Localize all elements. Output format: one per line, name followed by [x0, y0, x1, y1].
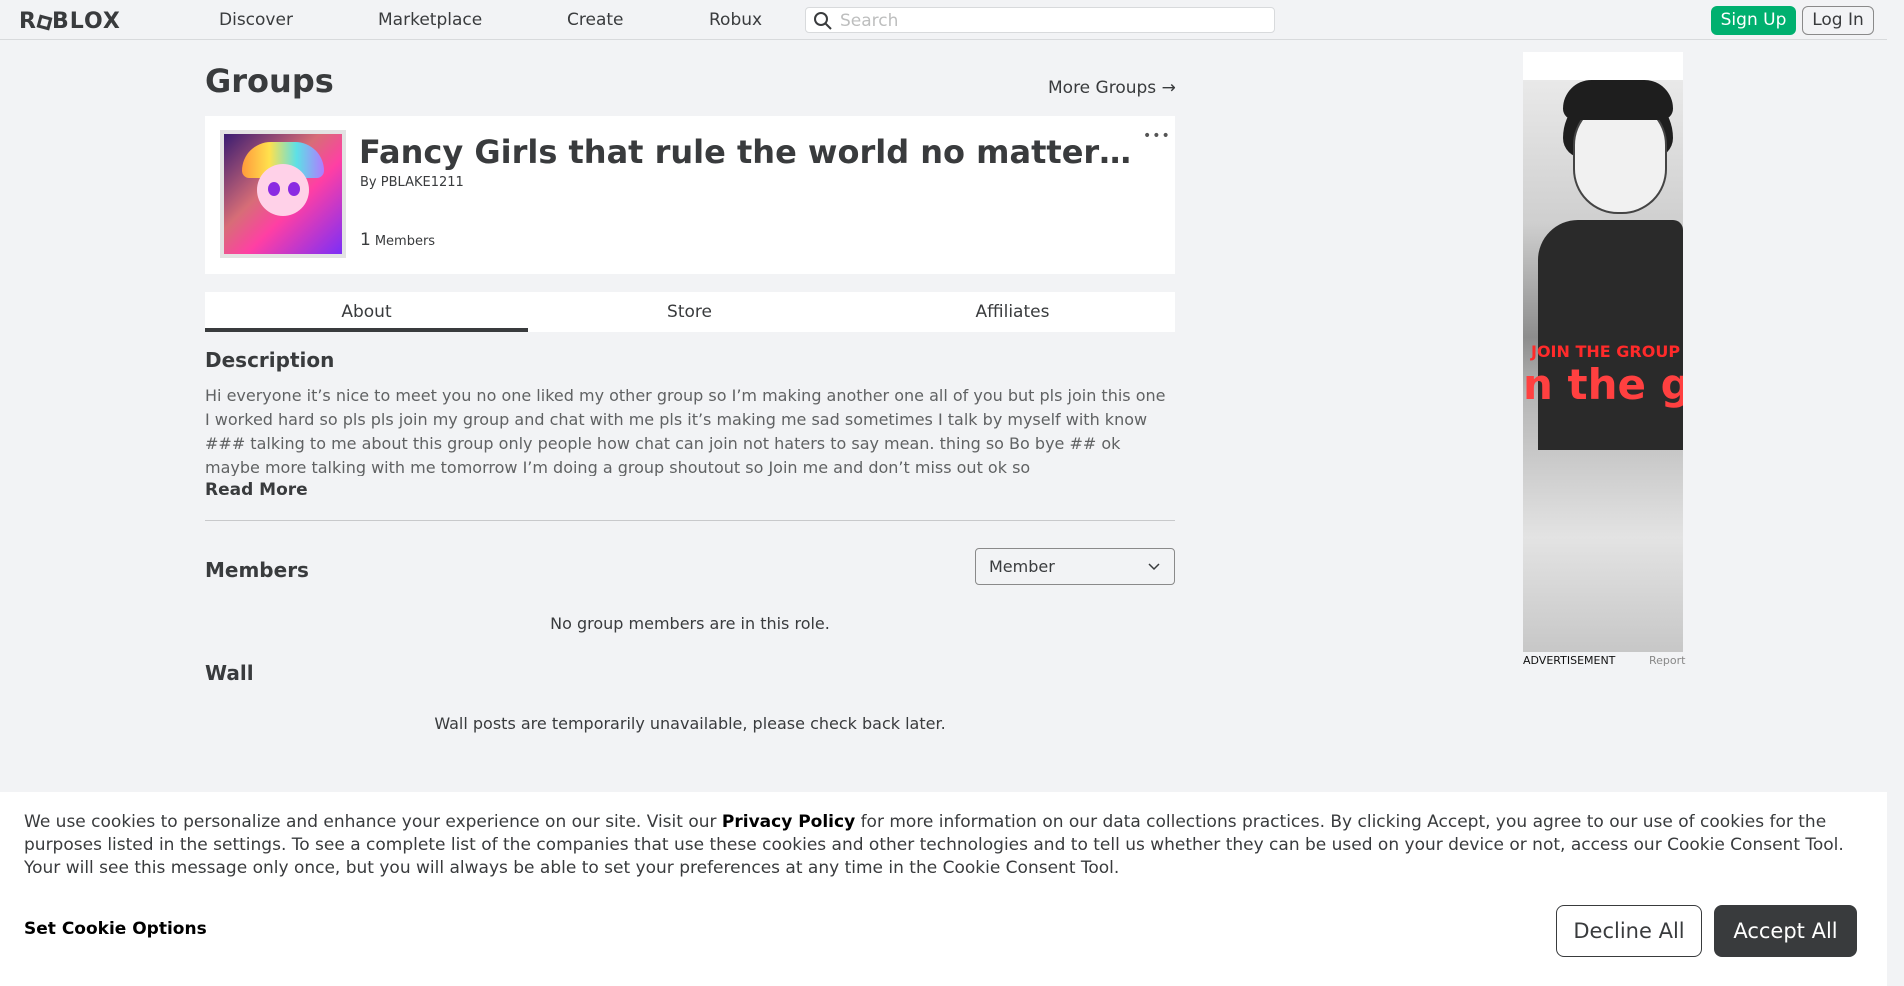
cookie-message: We use cookies to personalize and enhanc…	[24, 811, 1874, 880]
page-title: Groups	[205, 62, 334, 100]
set-cookie-options-button[interactable]: Set Cookie Options	[24, 919, 207, 939]
no-members-message: No group members are in this role.	[550, 614, 830, 633]
cookie-text-before: We use cookies to personalize and enhanc…	[24, 812, 722, 832]
search-icon[interactable]	[813, 11, 833, 31]
tab-affiliates[interactable]: Affiliates	[851, 292, 1174, 332]
member-count-value: 1	[360, 230, 371, 250]
report-ad-link[interactable]: Report	[1649, 654, 1685, 667]
sign-up-button[interactable]: Sign Up	[1711, 6, 1796, 35]
read-more-button[interactable]: Read More	[205, 480, 308, 500]
page-scrollbar[interactable]	[1887, 0, 1904, 986]
nav-marketplace[interactable]: Marketplace	[378, 10, 482, 30]
search-box	[805, 7, 1275, 33]
group-member-count: 1 Members	[360, 230, 435, 250]
nav-create[interactable]: Create	[567, 10, 624, 30]
wall-unavailable-message: Wall posts are temporarily unavailable, …	[434, 714, 946, 733]
accept-all-button[interactable]: Accept All	[1714, 905, 1857, 957]
wall-heading: Wall	[205, 661, 254, 685]
search-input[interactable]	[838, 10, 1262, 32]
top-navigation-bar: R BLOX Discover Marketplace Create Robux …	[0, 0, 1904, 40]
cookie-banner: We use cookies to personalize and enhanc…	[0, 792, 1887, 986]
tab-about[interactable]: About	[205, 292, 528, 332]
group-description: Hi everyone it’s nice to meet you no one…	[205, 386, 1166, 476]
roblox-logo[interactable]: R BLOX	[19, 9, 121, 34]
ellipsis-icon[interactable]: •••	[1143, 128, 1171, 144]
privacy-policy-link[interactable]: Privacy Policy	[722, 812, 855, 832]
log-in-button[interactable]: Log In	[1802, 6, 1874, 35]
members-heading: Members	[205, 558, 309, 582]
ad-overlay-text: JOIN THE GROUP	[1531, 342, 1681, 361]
group-emblem-image	[220, 130, 346, 258]
nav-discover[interactable]: Discover	[219, 10, 293, 30]
role-dropdown[interactable]: Member	[975, 548, 1175, 585]
group-header-card: Fancy Girls that rule the world no matte…	[205, 116, 1175, 274]
nav-robux[interactable]: Robux	[709, 10, 762, 30]
by-label: By	[360, 175, 377, 190]
advertisement[interactable]: JOIN THE GROUP n the gro	[1523, 52, 1683, 652]
section-divider	[205, 520, 1175, 521]
description-heading: Description	[205, 348, 335, 372]
ad-overlay-large-text: n the gro	[1523, 360, 1683, 409]
owner-link[interactable]: PBLAKE1211	[381, 175, 464, 190]
role-dropdown-value: Member	[989, 557, 1055, 576]
tab-store[interactable]: Store	[528, 292, 851, 332]
members-label: Members	[374, 234, 436, 249]
advertisement-image[interactable]: JOIN THE GROUP n the gro	[1523, 80, 1683, 652]
chevron-down-icon	[1148, 563, 1160, 571]
group-owner: By PBLAKE1211	[360, 175, 464, 190]
more-groups-link[interactable]: More Groups →	[1048, 78, 1176, 98]
group-tabs: About Store Affiliates	[205, 292, 1175, 332]
decline-all-button[interactable]: Decline All	[1556, 905, 1702, 957]
advertisement-label: ADVERTISEMENT	[1523, 654, 1616, 667]
group-name: Fancy Girls that rule the world no matte…	[359, 133, 1139, 171]
